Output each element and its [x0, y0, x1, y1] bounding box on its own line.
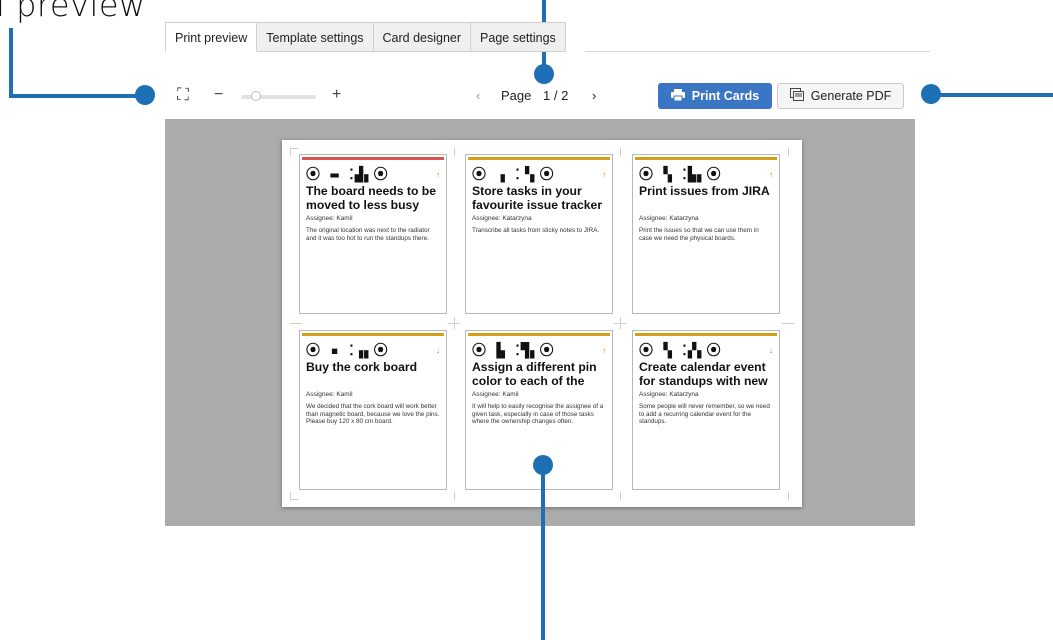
cut-mark [788, 148, 789, 156]
card-title: Assign a different pin color to each of … [472, 361, 597, 388]
cut-mark [290, 499, 298, 500]
cut-mark [620, 492, 621, 500]
card-title: Buy the cork board [306, 361, 418, 374]
zoom-in-button[interactable]: + [332, 86, 341, 104]
printer-icon [670, 88, 685, 104]
priority-arrow-icon: ↑ [602, 345, 606, 355]
card-qr-code: ⦿ ▪ ⁚▗▖⦿ [306, 343, 389, 359]
priority-arrow-icon: ↓ [436, 345, 440, 355]
tab-divider [585, 51, 930, 52]
print-cards-label: Print Cards [691, 89, 760, 103]
cut-mark [782, 323, 794, 324]
annotation-dot-left [135, 85, 155, 105]
cut-mark [620, 317, 621, 329]
issue-card[interactable]: ⦿ ▚ ⁚▞▖⦿ ↓ Create calendar event for sta… [632, 330, 780, 490]
priority-color-bar [635, 157, 777, 160]
cut-mark [454, 148, 455, 156]
card-assignee: Assignee: Katarzyna [639, 391, 699, 398]
page-indicator: 1 / 2 [543, 88, 569, 103]
issue-card[interactable]: ⦿ ▗ ⁚▝▖⦿ ↑ Store tasks in your favourite… [465, 154, 613, 314]
annotation-line-bottom [541, 464, 545, 640]
priority-arrow-icon: ↓ [769, 345, 773, 355]
priority-color-bar [302, 157, 444, 160]
cut-mark [454, 492, 455, 500]
issue-card[interactable]: ⦿ ▬ ⁚▟▖⦿ ↑ The board needs to be moved t… [299, 154, 447, 314]
annotation-line-right [930, 93, 1053, 97]
card-code-row: ⦿ ▚ ⁚▙▖⦿ ↑ [639, 164, 773, 184]
preview-page: ⦿ ▬ ⁚▟▖⦿ ↑ The board needs to be moved t… [282, 140, 802, 507]
card-code-row: ⦿ ▚ ⁚▞▖⦿ ↓ [639, 340, 773, 360]
tab-card-designer[interactable]: Card designer [373, 22, 472, 52]
card-assignee: Assignee: Kamil [306, 215, 353, 222]
card-description: Transcribe all tasks from sticky notes t… [472, 227, 600, 234]
card-qr-code: ⦿ ▚ ⁚▙▖⦿ [639, 167, 722, 183]
cut-mark [290, 148, 291, 156]
priority-color-bar [468, 157, 610, 160]
page-label: Page [501, 88, 532, 103]
annotation-dot-right [921, 84, 941, 104]
priority-arrow-icon: ↑ [769, 169, 773, 179]
zoom-out-button[interactable]: − [214, 86, 223, 104]
card-code-row: ⦿ ▙ ⁚▜▖⦿ ↑ [472, 340, 606, 360]
tab-print-preview[interactable]: Print preview [165, 22, 258, 52]
annotation-label: l preview [0, 0, 146, 24]
priority-color-bar [468, 333, 610, 336]
annotation-line-left-vertical [9, 28, 13, 98]
card-assignee: Assignee: Kamil [472, 391, 519, 398]
card-code-row: ⦿ ▪ ⁚▗▖⦿ ↓ [306, 340, 440, 360]
card-qr-code: ⦿ ▚ ⁚▞▖⦿ [639, 343, 722, 359]
print-cards-button[interactable]: Print Cards [658, 83, 772, 109]
annotation-line-left-horizontal [9, 94, 144, 98]
prev-page-button[interactable]: ‹ [476, 88, 480, 103]
tab-page-settings[interactable]: Page settings [471, 22, 566, 52]
card-description: The original location was next to the ra… [306, 227, 430, 242]
tab-strip: Print preview Template settings Card des… [165, 22, 566, 52]
pdf-icon [789, 88, 804, 104]
issue-card[interactable]: ⦿ ▪ ⁚▗▖⦿ ↓ Buy the cork board Assignee: … [299, 330, 447, 490]
tab-template-settings[interactable]: Template settings [257, 22, 374, 52]
annotation-dot-top [534, 64, 554, 84]
cut-mark [788, 492, 789, 500]
card-assignee: Assignee: Katarzyna [472, 215, 532, 222]
card-title: Create calendar event for standups with … [639, 361, 768, 388]
card-qr-code: ⦿ ▬ ⁚▟▖⦿ [306, 167, 389, 183]
cut-mark [620, 148, 621, 156]
card-qr-code: ⦿ ▗ ⁚▝▖⦿ [472, 167, 555, 183]
zoom-slider-handle[interactable] [251, 91, 261, 101]
priority-color-bar [635, 333, 777, 336]
fullscreen-icon[interactable]: ⛶ [177, 85, 189, 105]
card-description: Some people will never remember, so we n… [639, 403, 770, 426]
next-page-button[interactable]: › [592, 88, 596, 103]
card-assignee: Assignee: Katarzyna [639, 215, 699, 222]
card-title: Store tasks in your favourite issue trac… [472, 185, 603, 212]
priority-color-bar [302, 333, 444, 336]
cut-mark [290, 148, 298, 149]
card-description: Print the issues so that we can use them… [639, 227, 759, 242]
card-title: The board needs to be moved to less busy… [306, 185, 437, 213]
priority-arrow-icon: ↑ [602, 169, 606, 179]
priority-arrow-icon: ↑ [436, 169, 440, 179]
card-title: Print issues from JIRA [639, 185, 770, 198]
card-qr-code: ⦿ ▙ ⁚▜▖⦿ [472, 343, 555, 359]
card-assignee: Assignee: Kamil [306, 391, 353, 398]
generate-pdf-label: Generate PDF [810, 89, 892, 103]
cut-mark [290, 323, 302, 324]
issue-card[interactable]: ⦿ ▚ ⁚▙▖⦿ ↑ Print issues from JIRA Assign… [632, 154, 780, 314]
card-code-row: ⦿ ▗ ⁚▝▖⦿ ↑ [472, 164, 606, 184]
card-code-row: ⦿ ▬ ⁚▟▖⦿ ↑ [306, 164, 440, 184]
generate-pdf-button[interactable]: Generate PDF [777, 83, 904, 109]
card-description: We decided that the cork board will work… [306, 403, 440, 426]
cut-mark [454, 317, 455, 329]
card-description: It will help to easily recognise the ass… [472, 403, 604, 426]
annotation-dot-bottom [533, 455, 553, 475]
